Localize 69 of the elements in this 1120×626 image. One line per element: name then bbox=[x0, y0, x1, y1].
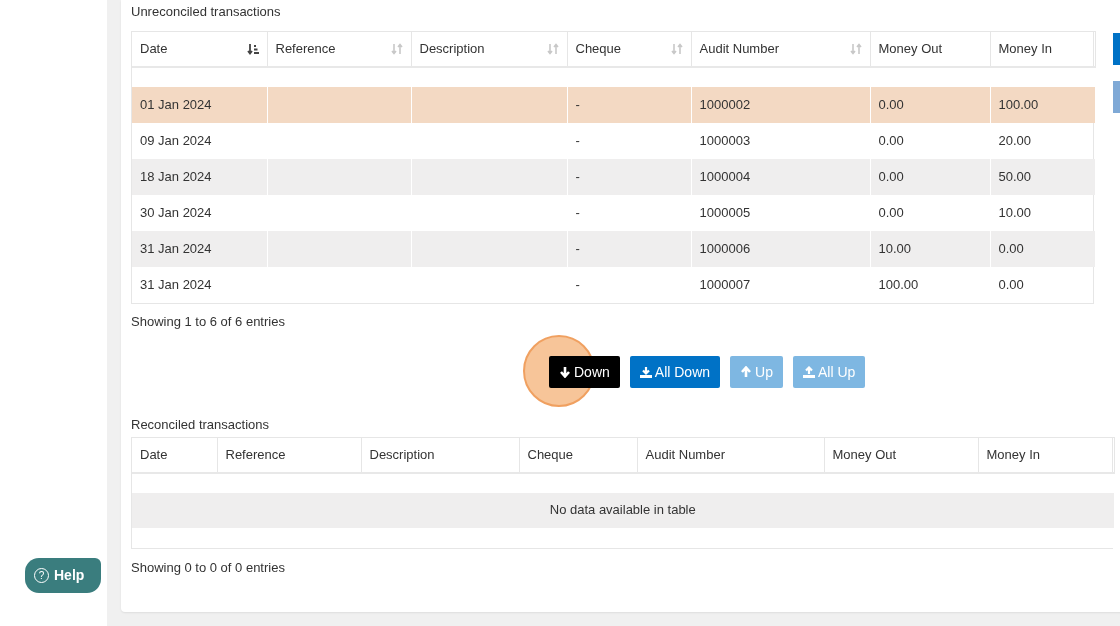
table-cell: 1000004 bbox=[699, 168, 751, 184]
table-cell: 30 Jan 2024 bbox=[140, 204, 212, 220]
table-cell: - bbox=[575, 240, 580, 256]
entries-info: Showing 1 to 6 of 6 entries bbox=[131, 312, 286, 331]
table-cell: 31 Jan 2024 bbox=[140, 276, 212, 292]
column-header[interactable]: Cheque bbox=[567, 31, 691, 67]
table-cell: 50.00 bbox=[998, 168, 1032, 184]
column-header[interactable]: Reference bbox=[217, 437, 361, 473]
action-button: All Up bbox=[792, 356, 866, 388]
action-button: Up bbox=[730, 356, 783, 388]
table-cell: 0.00 bbox=[878, 132, 904, 148]
download-icon bbox=[639, 366, 652, 378]
column-header[interactable]: Money Out bbox=[870, 31, 990, 67]
table-cell: 09 Jan 2024 bbox=[140, 132, 212, 148]
table-cell: 0.00 bbox=[878, 96, 904, 112]
table-row[interactable]: 31 Jan 2024 - 1000006 10.00 0.00 bbox=[132, 230, 1095, 267]
column-header[interactable]: Cheque bbox=[519, 437, 637, 473]
section-title: Reconciled transactions bbox=[131, 416, 271, 434]
table-cell: 1000005 bbox=[699, 204, 751, 220]
column-header[interactable]: Description bbox=[361, 437, 519, 473]
table-cell: 1000007 bbox=[699, 276, 751, 292]
column-header[interactable]: Audit Number bbox=[637, 437, 824, 473]
empty-message: No data available in table bbox=[549, 502, 696, 518]
action-button[interactable]: All Down bbox=[629, 356, 721, 388]
table-cell: 10.00 bbox=[998, 204, 1032, 220]
entries-info: Showing 0 to 0 of 0 entries bbox=[131, 558, 286, 577]
column-header[interactable]: Date bbox=[132, 31, 267, 67]
table-row[interactable]: 01 Jan 2024 - 1000002 0.00 100.00 bbox=[132, 86, 1095, 123]
column-header[interactable]: Description bbox=[411, 31, 567, 67]
table-cell: 01 Jan 2024 bbox=[140, 96, 212, 112]
table-cell: - bbox=[575, 276, 580, 292]
table-cell: - bbox=[575, 96, 580, 112]
sort-icon bbox=[390, 42, 403, 55]
table-cell: 0.00 bbox=[998, 276, 1024, 292]
sort-icon bbox=[670, 42, 683, 55]
upload-icon bbox=[802, 366, 815, 378]
arrow-up-icon bbox=[740, 366, 753, 378]
table-cell: 100.00 bbox=[998, 96, 1039, 112]
table-row[interactable]: 31 Jan 2024 - 1000007 100.00 0.00 bbox=[132, 266, 1095, 303]
table-cell: 18 Jan 2024 bbox=[140, 168, 212, 184]
sort-active-icon bbox=[246, 42, 259, 55]
table-cell: 20.00 bbox=[998, 132, 1032, 148]
column-header[interactable]: Money Out bbox=[824, 437, 978, 473]
table-row[interactable]: 18 Jan 2024 - 1000004 0.00 50.00 bbox=[132, 158, 1095, 195]
sort-icon bbox=[546, 42, 559, 55]
arrow-down-icon bbox=[559, 366, 571, 378]
table-cell: 1000003 bbox=[699, 132, 751, 148]
sort-icon bbox=[849, 42, 862, 55]
column-header[interactable]: Date bbox=[132, 437, 217, 473]
help-button[interactable]: ? Help bbox=[25, 558, 101, 593]
table-row[interactable]: 09 Jan 2024 - 1000003 0.00 20.00 bbox=[132, 122, 1095, 159]
table-cell: 100.00 bbox=[878, 276, 919, 292]
column-header[interactable]: Money In bbox=[978, 437, 1114, 473]
table-cell: - bbox=[575, 132, 580, 148]
table-cell: 10.00 bbox=[878, 240, 912, 256]
table-cell: 1000002 bbox=[699, 96, 751, 112]
column-header[interactable]: Audit Number bbox=[691, 31, 870, 67]
column-header[interactable]: Reference bbox=[267, 31, 411, 67]
table-cell: 0.00 bbox=[998, 240, 1024, 256]
table-cell: 1000006 bbox=[699, 240, 751, 256]
table-row[interactable]: 30 Jan 2024 - 1000005 0.00 10.00 bbox=[132, 194, 1095, 231]
section-title: Unreconciled transactions bbox=[131, 3, 282, 21]
table-cell: - bbox=[575, 204, 580, 220]
action-button[interactable]: Down bbox=[549, 356, 620, 388]
table-cell: - bbox=[575, 168, 580, 184]
table-cell: 0.00 bbox=[878, 204, 904, 220]
table-cell: 0.00 bbox=[878, 168, 904, 184]
table-cell: 31 Jan 2024 bbox=[140, 240, 212, 256]
column-header[interactable]: Money In bbox=[990, 31, 1095, 67]
